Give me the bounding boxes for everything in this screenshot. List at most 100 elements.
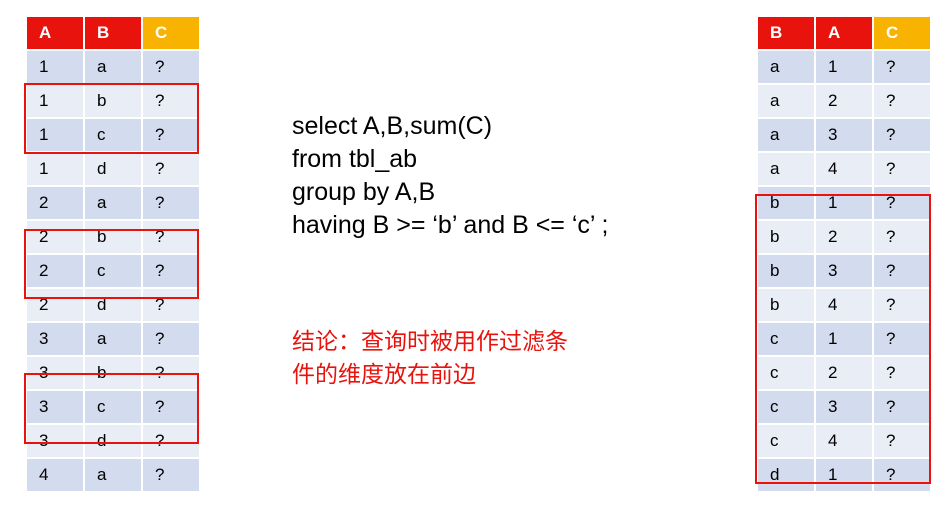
table-cell: 1: [27, 119, 83, 151]
table-cell: 4: [816, 289, 872, 321]
table-cell: ?: [874, 153, 930, 185]
sql-line: select A,B,sum(C): [292, 112, 493, 140]
table-cell: 4: [816, 425, 872, 457]
sql-line: having B >= ‘b’ and B <= ‘c’ ;: [292, 211, 609, 239]
table-cell: 2: [816, 357, 872, 389]
column-header: A: [816, 17, 872, 49]
table-cell: c: [758, 425, 814, 457]
table-cell: 1: [816, 459, 872, 491]
sql-query: select A,B,sum(C) from tbl_ab group by A…: [292, 110, 608, 242]
table-cell: ?: [874, 119, 930, 151]
table-cell: 1: [27, 51, 83, 83]
table-row: 1 d?: [27, 153, 199, 185]
table-cell: a: [758, 119, 814, 151]
table-cell: a: [85, 187, 141, 219]
table-cell: b: [758, 187, 814, 219]
table-cell: ?: [143, 153, 199, 185]
table-cell: a: [85, 51, 141, 83]
table-cell: 3: [27, 391, 83, 423]
table-cell: 2: [27, 221, 83, 253]
table-cell: a: [758, 51, 814, 83]
column-header: C: [874, 17, 930, 49]
table-cell: 4: [27, 459, 83, 491]
table-cell: a: [758, 153, 814, 185]
table-cell: ?: [874, 425, 930, 457]
table-cell: ?: [143, 187, 199, 219]
column-header: C: [143, 17, 199, 49]
table-cell: 3: [816, 255, 872, 287]
table-row: c 2?: [758, 357, 930, 389]
table-cell: 3: [27, 357, 83, 389]
table-cell: ?: [874, 51, 930, 83]
table-cell: b: [758, 221, 814, 253]
conclusion-text: 结论：查询时被用作过滤条 件的维度放在前边: [292, 326, 568, 392]
table-cell: d: [758, 459, 814, 491]
table-cell: b: [758, 255, 814, 287]
table-row: b 2?: [758, 221, 930, 253]
table-cell: ?: [874, 459, 930, 491]
table-cell: ?: [874, 221, 930, 253]
table-cell: b: [85, 357, 141, 389]
table-cell: ?: [143, 255, 199, 287]
table-cell: 2: [816, 221, 872, 253]
table-cell: ?: [874, 323, 930, 355]
table-cell: ?: [143, 221, 199, 253]
table-cell: ?: [874, 289, 930, 321]
table-cell: a: [758, 85, 814, 117]
table-cell: ?: [874, 255, 930, 287]
table-row: 3 d?: [27, 425, 199, 457]
table-cell: d: [85, 153, 141, 185]
table-cell: c: [758, 391, 814, 423]
table-cell: 1: [816, 187, 872, 219]
conclusion-line: 结论：查询时被用作过滤条: [292, 329, 568, 355]
table-cell: 3: [816, 391, 872, 423]
table-cell: 2: [27, 289, 83, 321]
table-cell: c: [758, 323, 814, 355]
table-cell: ?: [143, 85, 199, 117]
sql-line: from tbl_ab: [292, 145, 418, 173]
table-cell: 1: [816, 323, 872, 355]
table-cell: ?: [143, 119, 199, 151]
column-header: B: [85, 17, 141, 49]
column-header: A: [27, 17, 83, 49]
table-cell: 2: [27, 187, 83, 219]
table-cell: 2: [27, 255, 83, 287]
sql-line: group by A,B: [292, 178, 436, 206]
table-row: 3 c?: [27, 391, 199, 423]
table-row: 2 c?: [27, 255, 199, 287]
table-cell: ?: [143, 425, 199, 457]
table-cell: ?: [143, 323, 199, 355]
table-cell: ?: [143, 459, 199, 491]
table-cell: b: [758, 289, 814, 321]
table-header-row: B A C: [758, 17, 930, 49]
table-cell: 4: [816, 153, 872, 185]
table-row: 4 a?: [27, 459, 199, 491]
table-cell: b: [85, 85, 141, 117]
table-cell: 1: [816, 51, 872, 83]
table-cell: d: [85, 289, 141, 321]
table-header-row: A B C: [27, 17, 199, 49]
table-row: 2 d?: [27, 289, 199, 321]
table-cell: c: [85, 255, 141, 287]
table-cell: 2: [816, 85, 872, 117]
table-row: a 3?: [758, 119, 930, 151]
table-row: 3 a?: [27, 323, 199, 355]
table-cell: ?: [143, 391, 199, 423]
table-row: a 1?: [758, 51, 930, 83]
table-row: 1 b?: [27, 85, 199, 117]
table-cell: ?: [874, 187, 930, 219]
table-cell: 3: [816, 119, 872, 151]
conclusion-line: 件的维度放在前边: [292, 362, 476, 388]
table-cell: ?: [143, 289, 199, 321]
table-cell: ?: [874, 85, 930, 117]
table-row: 3 b?: [27, 357, 199, 389]
table-cell: ?: [874, 391, 930, 423]
table-row: b 3?: [758, 255, 930, 287]
table-row: 1 a?: [27, 51, 199, 83]
table-cell: c: [758, 357, 814, 389]
table-cell: ?: [874, 357, 930, 389]
table-row: b 4?: [758, 289, 930, 321]
table-cell: a: [85, 459, 141, 491]
table-cell: d: [85, 425, 141, 457]
table-row: c 1?: [758, 323, 930, 355]
